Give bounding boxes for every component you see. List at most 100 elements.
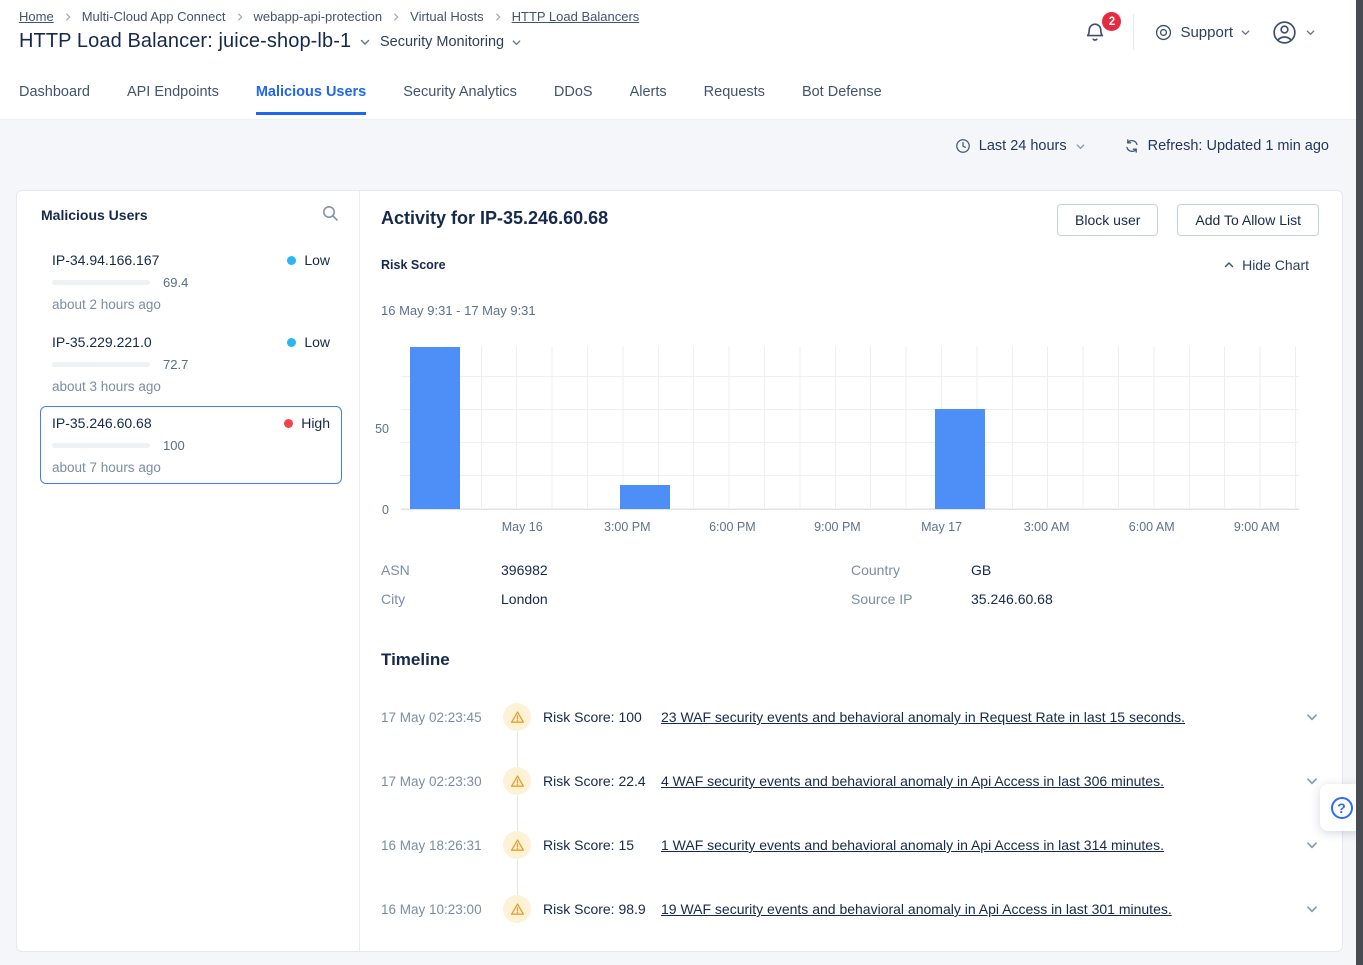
warning-icon [503,831,531,859]
add-to-allow-list-button[interactable]: Add To Allow List [1177,204,1319,236]
user-avatar-icon [1271,19,1298,46]
content-card: Malicious Users IP-34.94.166.167 Low 69.… [16,190,1343,952]
user-ip: IP-35.229.221.0 [52,334,152,350]
hide-chart-toggle[interactable]: Hide Chart [1223,257,1309,273]
risk-level-dot [284,419,293,428]
timeline-event: 17 May 02:23:30 Risk Score: 22.4 4 WAF s… [381,749,1319,813]
risk-chart-bar [620,485,670,509]
x-axis-tick: 3:00 PM [604,520,651,534]
x-axis-tick: 6:00 AM [1129,520,1175,534]
refresh-label: Refresh: Updated 1 min ago [1148,138,1329,154]
support-menu[interactable]: Support [1154,23,1251,42]
x-axis-tick: 9:00 AM [1234,520,1280,534]
malicious-user-item-selected[interactable]: IP-35.246.60.68 High 100 about 7 hours a… [40,406,342,484]
x-axis-tick: 9:00 PM [814,520,861,534]
expand-event-chevron[interactable] [1305,774,1319,788]
chevron-down-icon [359,36,371,48]
asn-value: 396982 [501,562,548,578]
y-axis-tick-50: 50 [375,422,389,436]
top-header: Home Multi-Cloud App Connect webapp-api-… [0,0,1356,120]
last-seen: about 2 hours ago [52,297,330,312]
tab-api-endpoints[interactable]: API Endpoints [127,84,219,115]
event-description-link[interactable]: 4 WAF security events and behavioral ano… [661,773,1164,789]
breadcrumb-item[interactable]: Virtual Hosts [410,9,483,24]
activity-panel: Activity for IP-35.246.60.68 Block user … [360,191,1344,951]
country-label: Country [851,562,900,578]
security-monitoring-selector[interactable]: Security Monitoring [380,34,522,50]
risk-chart-plot: 50 0 May 163:00 PM6:00 PM9:00 PMMay 173:… [401,346,1299,510]
risk-level-dot [287,256,296,265]
page-title-row[interactable]: HTTP Load Balancer: juice-shop-lb-1 [19,30,371,53]
question-mark-icon: ? [1331,797,1353,819]
breadcrumb-http-load-balancers[interactable]: HTTP Load Balancers [512,9,640,24]
breadcrumb-item[interactable]: webapp-api-protection [254,9,383,24]
notifications-button[interactable]: 2 [1077,16,1113,48]
time-range-selector[interactable]: Last 24 hours [955,138,1086,154]
chevron-down-icon [1240,27,1251,38]
hide-chart-label: Hide Chart [1242,257,1309,273]
malicious-users-panel-title: Malicious Users [41,207,148,223]
page-title: HTTP Load Balancer: juice-shop-lb-1 [19,30,351,53]
event-description-link[interactable]: 19 WAF security events and behavioral an… [661,901,1172,917]
event-risk-score: Risk Score: 100 [543,709,661,725]
risk-score-bar [52,280,150,285]
malicious-users-panel: Malicious Users IP-34.94.166.167 Low 69.… [17,191,360,951]
risk-score-bar [52,362,150,367]
tab-ddos[interactable]: DDoS [554,84,593,115]
support-lifebuoy-icon [1154,23,1173,42]
event-timestamp: 16 May 10:23:00 [381,902,503,917]
chevron-up-icon [1223,259,1235,271]
event-risk-score: Risk Score: 15 [543,837,661,853]
chevron-down-icon [511,37,522,48]
risk-score-value: 72.7 [163,357,188,372]
source-ip-value: 35.246.60.68 [971,591,1053,607]
event-description-link[interactable]: 1 WAF security events and behavioral ano… [661,837,1164,853]
x-axis-tick: 3:00 AM [1024,520,1070,534]
refresh-button[interactable]: Refresh: Updated 1 min ago [1124,138,1329,154]
tab-malicious-users[interactable]: Malicious Users [256,84,366,115]
search-icon[interactable] [321,204,339,222]
city-label: City [381,591,405,607]
malicious-user-item[interactable]: IP-34.94.166.167 Low 69.4 about 2 hours … [40,243,342,321]
header-actions: 2 Support [1077,13,1316,51]
malicious-user-item[interactable]: IP-35.229.221.0 Low 72.7 about 3 hours a… [40,325,342,403]
event-timestamp: 17 May 02:23:30 [381,774,503,789]
y-axis-tick-0: 0 [382,503,389,517]
page-scrollbar[interactable] [1356,0,1363,965]
tab-alerts[interactable]: Alerts [630,84,667,115]
risk-chart-bar [935,409,985,509]
user-ip: IP-34.94.166.167 [52,252,159,268]
expand-event-chevron[interactable] [1305,902,1319,916]
block-user-button[interactable]: Block user [1057,204,1158,236]
expand-event-chevron[interactable] [1305,710,1319,724]
risk-level-label: Low [304,252,330,268]
support-label: Support [1180,24,1233,41]
breadcrumb-item[interactable]: Multi-Cloud App Connect [82,9,226,24]
event-timestamp: 17 May 02:23:45 [381,710,503,725]
risk-score-value: 69.4 [163,275,188,290]
tab-security-analytics[interactable]: Security Analytics [403,84,517,115]
notification-badge: 2 [1102,12,1121,31]
city-value: London [501,591,548,607]
warning-icon [503,895,531,923]
chevron-right-icon [235,12,245,22]
risk-chart-bar [410,347,460,509]
timeline-list: 17 May 02:23:45 Risk Score: 100 23 WAF s… [381,685,1319,941]
security-monitoring-label: Security Monitoring [380,34,504,50]
breadcrumb-home[interactable]: Home [19,9,54,24]
expand-event-chevron[interactable] [1305,838,1319,852]
tab-bot-defense[interactable]: Bot Defense [802,84,882,115]
refresh-icon [1124,138,1140,154]
breadcrumb: Home Multi-Cloud App Connect webapp-api-… [19,9,639,24]
event-risk-score: Risk Score: 22.4 [543,773,661,789]
user-menu[interactable] [1271,19,1316,46]
risk-level-dot [287,338,296,347]
risk-score-bar [52,443,150,448]
chevron-right-icon [493,12,503,22]
tab-requests[interactable]: Requests [704,84,765,115]
chevron-down-icon [1075,141,1086,152]
tab-dashboard[interactable]: Dashboard [19,84,90,115]
tab-bar: Dashboard API Endpoints Malicious Users … [19,84,882,115]
event-description-link[interactable]: 23 WAF security events and behavioral an… [661,709,1185,725]
chevron-right-icon [391,12,401,22]
